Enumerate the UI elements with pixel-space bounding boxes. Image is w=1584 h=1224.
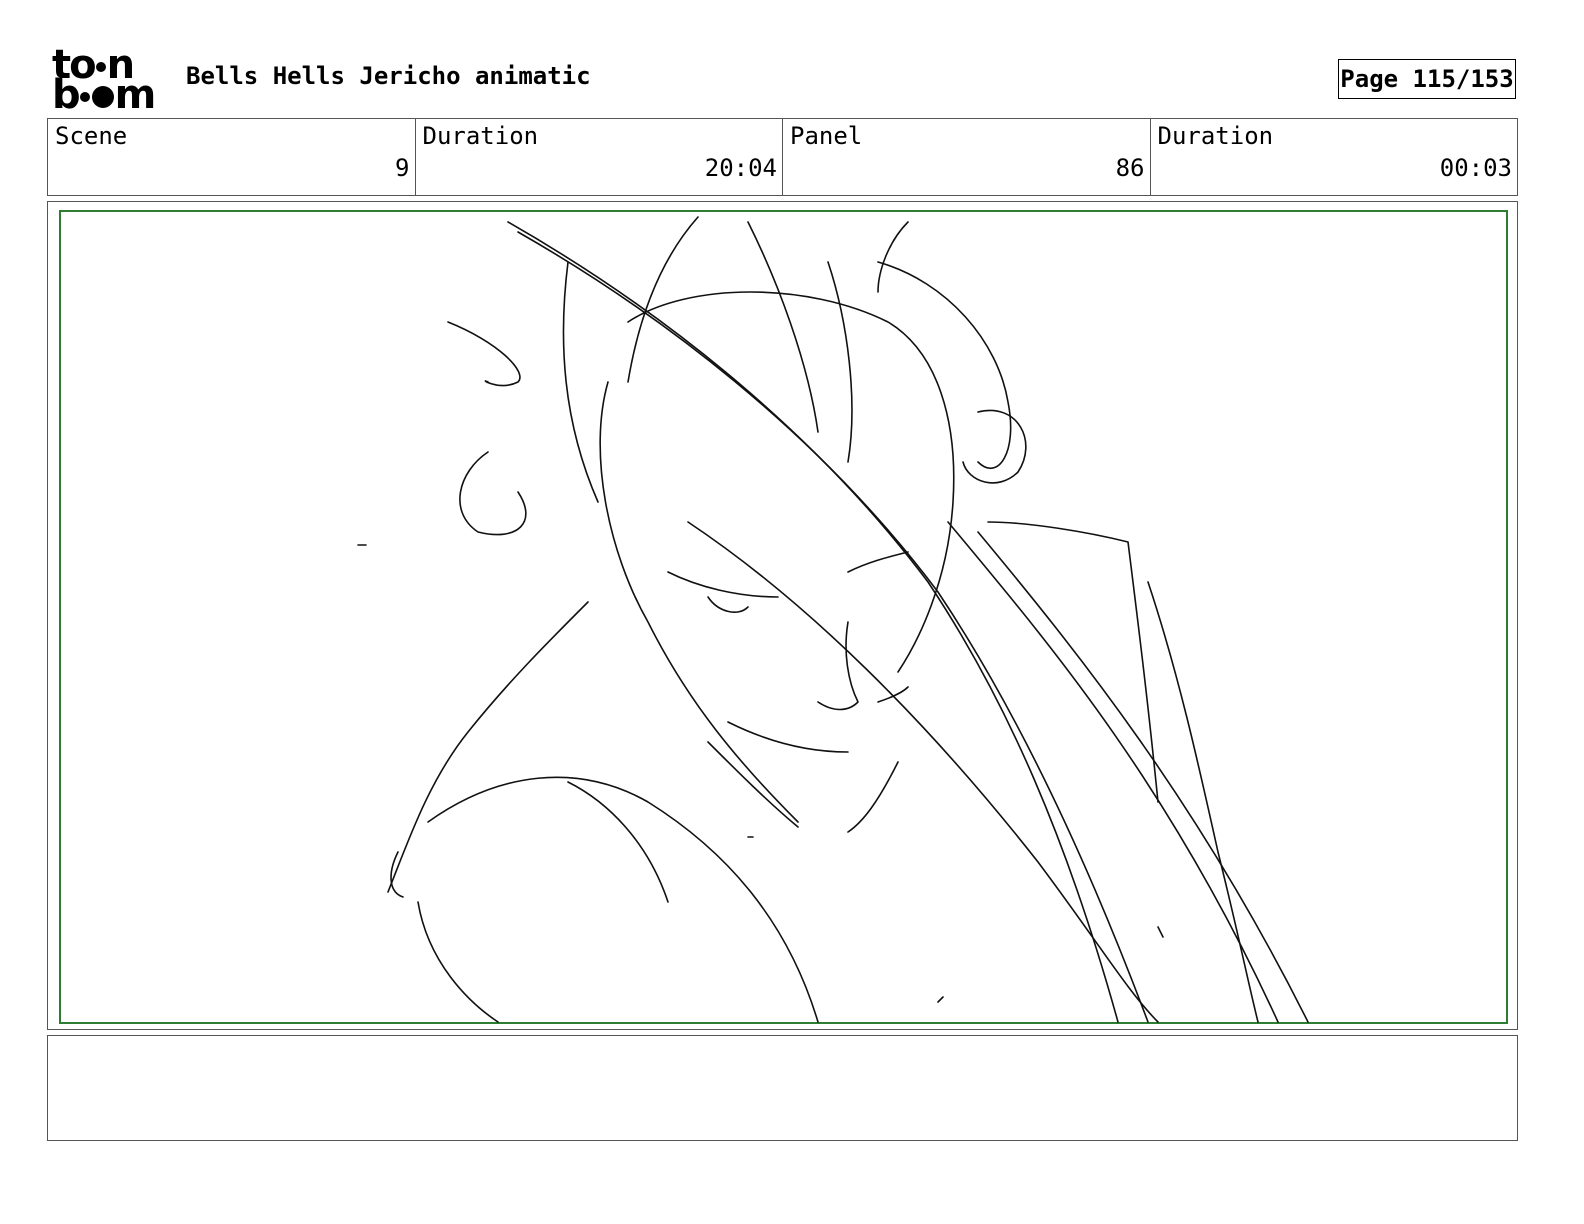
panel-label: Panel: [790, 122, 863, 150]
scene-label: Scene: [55, 122, 128, 150]
scene-duration-value: 20:04: [704, 154, 777, 182]
page-number: Page 115/153: [1338, 59, 1516, 99]
scene-value: 9: [395, 154, 410, 182]
logo-dot: [95, 62, 106, 72]
logo-dot: [79, 92, 90, 102]
toon-boom-logo: to n bm: [52, 45, 164, 115]
panel-duration-cell: Duration 00:03: [1151, 119, 1518, 195]
logo-big-dot: [91, 86, 114, 108]
character-sketch-icon: [357, 216, 1309, 1023]
panel-notes: [47, 1035, 1518, 1141]
panel-info-table: Scene 9 Duration 20:04 Panel 86 Duration…: [47, 118, 1518, 196]
panel-duration-value: 00:03: [1439, 154, 1512, 182]
logo-bottom-row: bm: [52, 75, 156, 115]
scene-cell: Scene 9: [48, 119, 416, 195]
panel-duration-label: Duration: [1157, 122, 1274, 150]
logo-text-bottom-end: m: [114, 72, 157, 118]
panel-cell: Panel 86: [783, 119, 1151, 195]
panel-value: 86: [1115, 154, 1145, 182]
logo-text-bottom-start: b: [52, 72, 81, 118]
storyboard-panel: [47, 201, 1518, 1030]
project-title: Bells Hells Jericho animatic: [186, 62, 591, 90]
scene-duration-cell: Duration 20:04: [416, 119, 783, 195]
scene-duration-label: Duration: [422, 122, 539, 150]
